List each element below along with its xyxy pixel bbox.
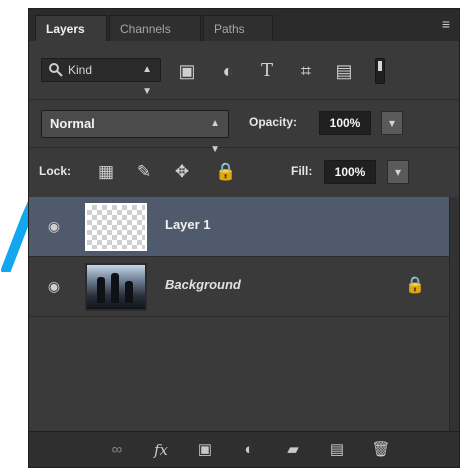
lock-icon: 🔒 [405,277,425,294]
blend-row: Normal ▲ ▼ Opacity: 100% ▾ [29,99,459,155]
layer-thumbnail [85,203,147,251]
search-icon [49,63,63,77]
shape-layer-filter-icon[interactable]: ⌗ [295,62,317,80]
add-mask-icon[interactable]: ▣ [195,440,215,460]
blend-mode-value: Normal [50,116,95,131]
trash-icon[interactable]: 🗑 [371,440,391,460]
tab-paths[interactable]: Paths [203,15,273,41]
background-thumbnail [85,263,147,311]
layers-list: ◉ Layer 1 ◉ Background 🔒 [29,197,459,433]
fill-dropdown-button[interactable]: ▾ [387,160,409,184]
layer-name[interactable]: Layer 1 [165,217,211,232]
opacity-dropdown-button[interactable]: ▾ [381,111,403,135]
lock-row: Lock: ▦ ✎ ✥ 🔒 Fill: 100% ▾ [29,147,459,198]
layer-row[interactable]: ◉ Layer 1 [29,197,459,257]
pixel-layer-filter-icon[interactable]: ▣ [176,62,198,80]
adjustment-layer-filter-icon[interactable]: ◐ [217,62,239,80]
visibility-eye-icon[interactable]: ◉ [43,275,65,297]
filter-kind-label: Kind [68,63,93,77]
fill-label: Fill: [291,164,313,178]
lock-transparent-pixels-icon[interactable]: ▦ [95,161,117,183]
tab-channels[interactable]: Channels [109,15,201,41]
filter-kind-select[interactable]: Kind ▲ ▼ [41,58,161,97]
smart-object-filter-icon[interactable]: ▤ [333,62,355,80]
opacity-input[interactable]: 100% [319,111,371,135]
visibility-eye-icon[interactable]: ◉ [43,215,65,237]
updown-arrows-icon: ▲ ▼ [142,64,152,97]
chevron-down-icon: ▾ [394,165,402,179]
lock-all-icon[interactable]: 🔒 [215,161,237,183]
layer-filter-row: Kind ▲ ▼ ▣ ◐ T ⌗ ▤ [29,41,459,100]
lock-position-icon[interactable]: ✥ [171,161,193,183]
type-layer-filter-icon[interactable]: T [256,62,278,80]
panel-menu-icon[interactable]: ≡ [442,15,451,33]
new-layer-icon[interactable]: ▤ [327,440,347,460]
tab-layers[interactable]: Layers [35,15,107,41]
thumbnail-figure [111,273,119,303]
canvas: Layers Channels Paths ≡ Kind ▲ ▼ ▣ ◐ T ⌗ … [0,0,464,471]
blend-mode-select[interactable]: Normal ▲ ▼ [41,110,229,155]
layer-row[interactable]: ◉ Background 🔒 [29,257,459,317]
fx-icon[interactable]: fx [151,440,171,460]
fill-input[interactable]: 100% [324,160,376,184]
link-layers-icon[interactable]: ∞ [107,440,127,460]
panel-tabs: Layers Channels Paths ≡ [29,9,459,42]
adjustment-layer-icon[interactable]: ◐ [239,440,259,460]
filter-toggle[interactable] [375,58,385,84]
opacity-label: Opacity: [249,115,298,129]
chevron-down-icon: ▾ [388,116,396,130]
thumbnail-figure [97,277,105,303]
lock-image-pixels-icon[interactable]: ✎ [133,161,155,183]
layers-scrollbar[interactable] [449,197,459,433]
thumbnail-figure [125,281,133,303]
group-folder-icon[interactable]: ▰ [283,440,303,460]
layers-panel: Layers Channels Paths ≡ Kind ▲ ▼ ▣ ◐ T ⌗ … [28,8,460,468]
lock-label: Lock: [39,164,72,178]
panel-bottom-bar: ∞ fx ▣ ◐ ▰ ▤ 🗑 [29,431,459,467]
layer-name[interactable]: Background [165,277,241,292]
